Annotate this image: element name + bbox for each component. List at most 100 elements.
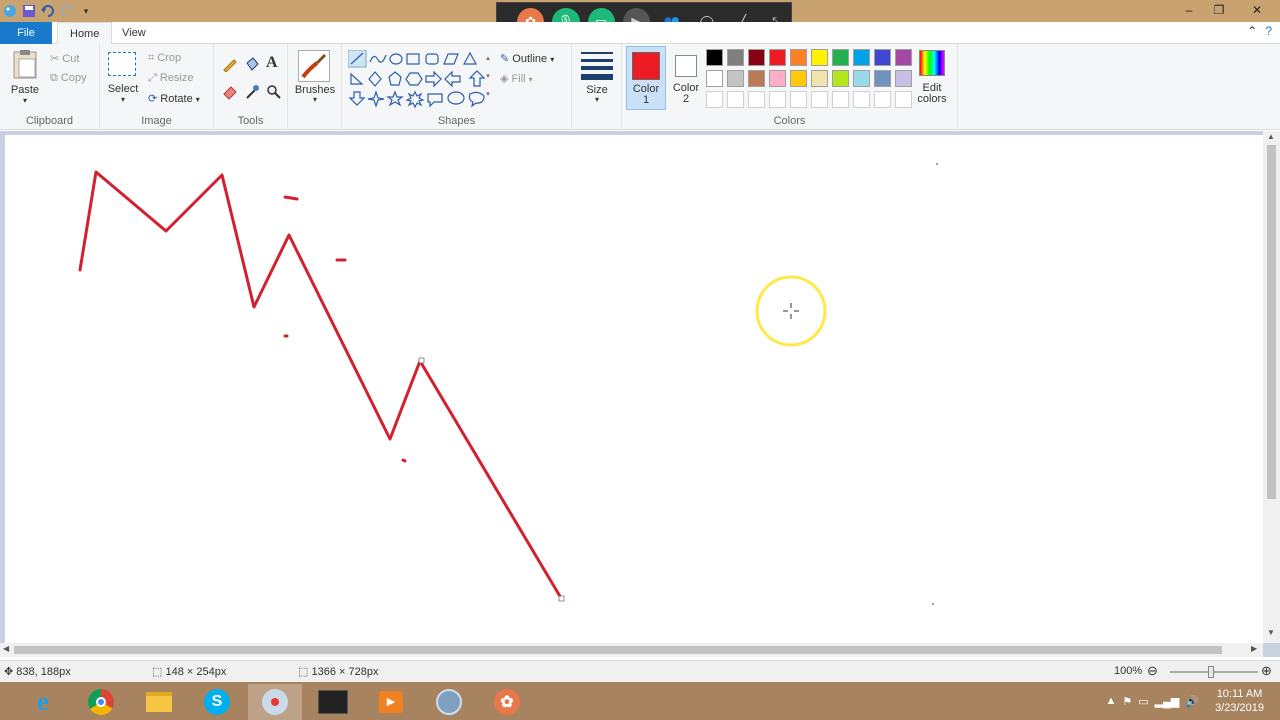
custom-color-slot[interactable] xyxy=(811,91,828,108)
palette-swatch[interactable] xyxy=(832,49,849,66)
custom-color-slot[interactable] xyxy=(727,91,744,108)
zoom-slider[interactable] xyxy=(1170,666,1258,678)
fill-bucket-icon[interactable] xyxy=(244,56,260,75)
palette-swatch[interactable] xyxy=(811,70,828,87)
shapes-scroll[interactable]: ▴ ▾ ▾ xyxy=(484,50,492,106)
palette-swatch[interactable] xyxy=(853,70,870,87)
chrome-icon[interactable] xyxy=(74,684,128,720)
status-bar: ✥ 838, 188px ⬚ 148 × 254px ⬚ 1366 × 728p… xyxy=(0,660,1280,682)
palette-swatch[interactable] xyxy=(748,70,765,87)
palette-swatch[interactable] xyxy=(895,49,912,66)
cut-button[interactable]: ✂ Cut xyxy=(50,52,79,65)
file-explorer-icon[interactable] xyxy=(132,684,186,720)
internet-explorer-icon[interactable]: e xyxy=(16,684,70,720)
flower-app-icon[interactable]: ✿ xyxy=(480,684,534,720)
custom-color-slot[interactable] xyxy=(748,91,765,108)
drawing-canvas[interactable] xyxy=(5,135,1263,643)
close-button[interactable]: ✕ xyxy=(1234,0,1280,20)
outline-dropdown[interactable]: ✎ Outline ▾ xyxy=(500,52,554,65)
zoom-slider-thumb[interactable] xyxy=(1208,666,1214,678)
custom-color-slot[interactable] xyxy=(790,91,807,108)
flag-icon[interactable]: ⚑ xyxy=(1122,695,1132,708)
custom-color-slot[interactable] xyxy=(769,91,786,108)
custom-color-slot[interactable] xyxy=(895,91,912,108)
crop-label: Crop xyxy=(157,52,182,64)
media-player-icon[interactable]: ▶ xyxy=(364,684,418,720)
edit-colors-button[interactable]: Edit colors xyxy=(914,48,950,110)
palette-swatch[interactable] xyxy=(874,70,891,87)
vertical-scroll-thumb[interactable] xyxy=(1267,145,1276,499)
palette-swatch[interactable] xyxy=(706,70,723,87)
rotate-button[interactable]: ⟳ Rotate ▾ xyxy=(148,92,200,105)
shapes-gallery[interactable] xyxy=(348,50,488,110)
clock[interactable]: 10:11 AM 3/23/2019 xyxy=(1205,687,1274,715)
custom-color-slot[interactable] xyxy=(853,91,870,108)
color-picker-icon[interactable] xyxy=(244,84,260,103)
zoom-out-icon[interactable]: ⊖ xyxy=(1147,663,1158,679)
zoom-in-icon[interactable]: ⊕ xyxy=(1261,663,1272,679)
pencil-icon[interactable] xyxy=(222,56,238,75)
scroll-down-icon[interactable]: ▼ xyxy=(1267,628,1275,637)
skype-icon[interactable]: S xyxy=(190,684,244,720)
horizontal-scroll-thumb[interactable] xyxy=(14,646,1222,654)
palette-swatch[interactable] xyxy=(811,49,828,66)
color1-button[interactable]: Color 1 xyxy=(626,46,666,110)
resize-button[interactable]: ⤢ Resize xyxy=(148,72,194,85)
palette-swatch[interactable] xyxy=(727,49,744,66)
scroll-right-icon[interactable]: ▶ xyxy=(1251,644,1257,653)
palette-swatch[interactable] xyxy=(706,49,723,66)
select-button[interactable]: Select ▾ xyxy=(108,52,138,108)
fill-dropdown[interactable]: ◈ Fill ▾ xyxy=(500,72,533,85)
maximize-button[interactable]: ❐ xyxy=(1204,0,1234,20)
color-palette xyxy=(706,49,916,111)
custom-color-slot[interactable] xyxy=(832,91,849,108)
minimize-button[interactable]: – xyxy=(1174,0,1204,20)
brushes-group[interactable]: Brushes ▾ xyxy=(288,44,342,130)
scroll-left-icon[interactable]: ◀ xyxy=(3,644,9,653)
horizontal-scrollbar[interactable]: ◀ ▶ xyxy=(0,643,1263,657)
save-icon[interactable] xyxy=(21,3,37,19)
show-hidden-icons-icon[interactable]: ▲ xyxy=(1105,695,1116,707)
paint-icon[interactable] xyxy=(248,684,302,720)
text-tool-icon[interactable]: A xyxy=(266,54,278,72)
tab-home[interactable]: Home xyxy=(57,22,113,45)
tab-file[interactable]: File xyxy=(0,22,52,44)
scroll-up-icon[interactable]: ▲ xyxy=(1267,132,1275,141)
copy-button[interactable]: ⧉ Copy xyxy=(50,72,87,85)
palette-swatch[interactable] xyxy=(874,49,891,66)
network-icon[interactable]: ▂▄▆ xyxy=(1155,695,1180,708)
vertical-scrollbar[interactable]: ▲ ▼ xyxy=(1263,131,1280,643)
battery-icon[interactable]: ▭ xyxy=(1138,695,1148,708)
palette-swatch[interactable] xyxy=(832,70,849,87)
color2-button[interactable]: Color 2 xyxy=(668,46,704,110)
palette-swatch[interactable] xyxy=(790,49,807,66)
paste-button[interactable]: Paste ▾ xyxy=(8,48,42,108)
size-dropdown-icon: ▾ xyxy=(594,95,599,104)
palette-swatch[interactable] xyxy=(769,49,786,66)
palette-swatch[interactable] xyxy=(853,49,870,66)
tab-view[interactable]: View xyxy=(110,22,158,44)
paint-app-icon[interactable] xyxy=(2,3,18,19)
undo-icon[interactable] xyxy=(40,3,56,19)
recorder-icon[interactable] xyxy=(422,684,476,720)
palette-swatch[interactable] xyxy=(769,70,786,87)
palette-swatch[interactable] xyxy=(727,70,744,87)
palette-swatch[interactable] xyxy=(895,70,912,87)
forex-app-icon[interactable] xyxy=(306,684,360,720)
minimize-ribbon-icon[interactable]: ⌃ xyxy=(1247,24,1257,38)
palette-swatch[interactable] xyxy=(748,49,765,66)
eraser-icon[interactable] xyxy=(222,84,238,103)
colors-group: Color 1 Color 2 Edit colors Colors xyxy=(622,44,958,130)
volume-icon[interactable]: 🔊 xyxy=(1185,695,1199,708)
redo-icon[interactable] xyxy=(59,3,75,19)
custom-color-slot[interactable] xyxy=(706,91,723,108)
palette-swatch[interactable] xyxy=(790,70,807,87)
help-icon[interactable]: ? xyxy=(1265,24,1272,38)
customize-icon[interactable]: ▾ xyxy=(78,3,94,19)
canvas-area xyxy=(0,131,1280,657)
size-group[interactable]: Size ▾ xyxy=(572,44,622,130)
custom-color-slot[interactable] xyxy=(874,91,891,108)
magnifier-icon[interactable] xyxy=(266,84,282,103)
cut-label: Cut xyxy=(62,53,80,65)
crop-button[interactable]: ⌗ Crop xyxy=(148,52,181,65)
